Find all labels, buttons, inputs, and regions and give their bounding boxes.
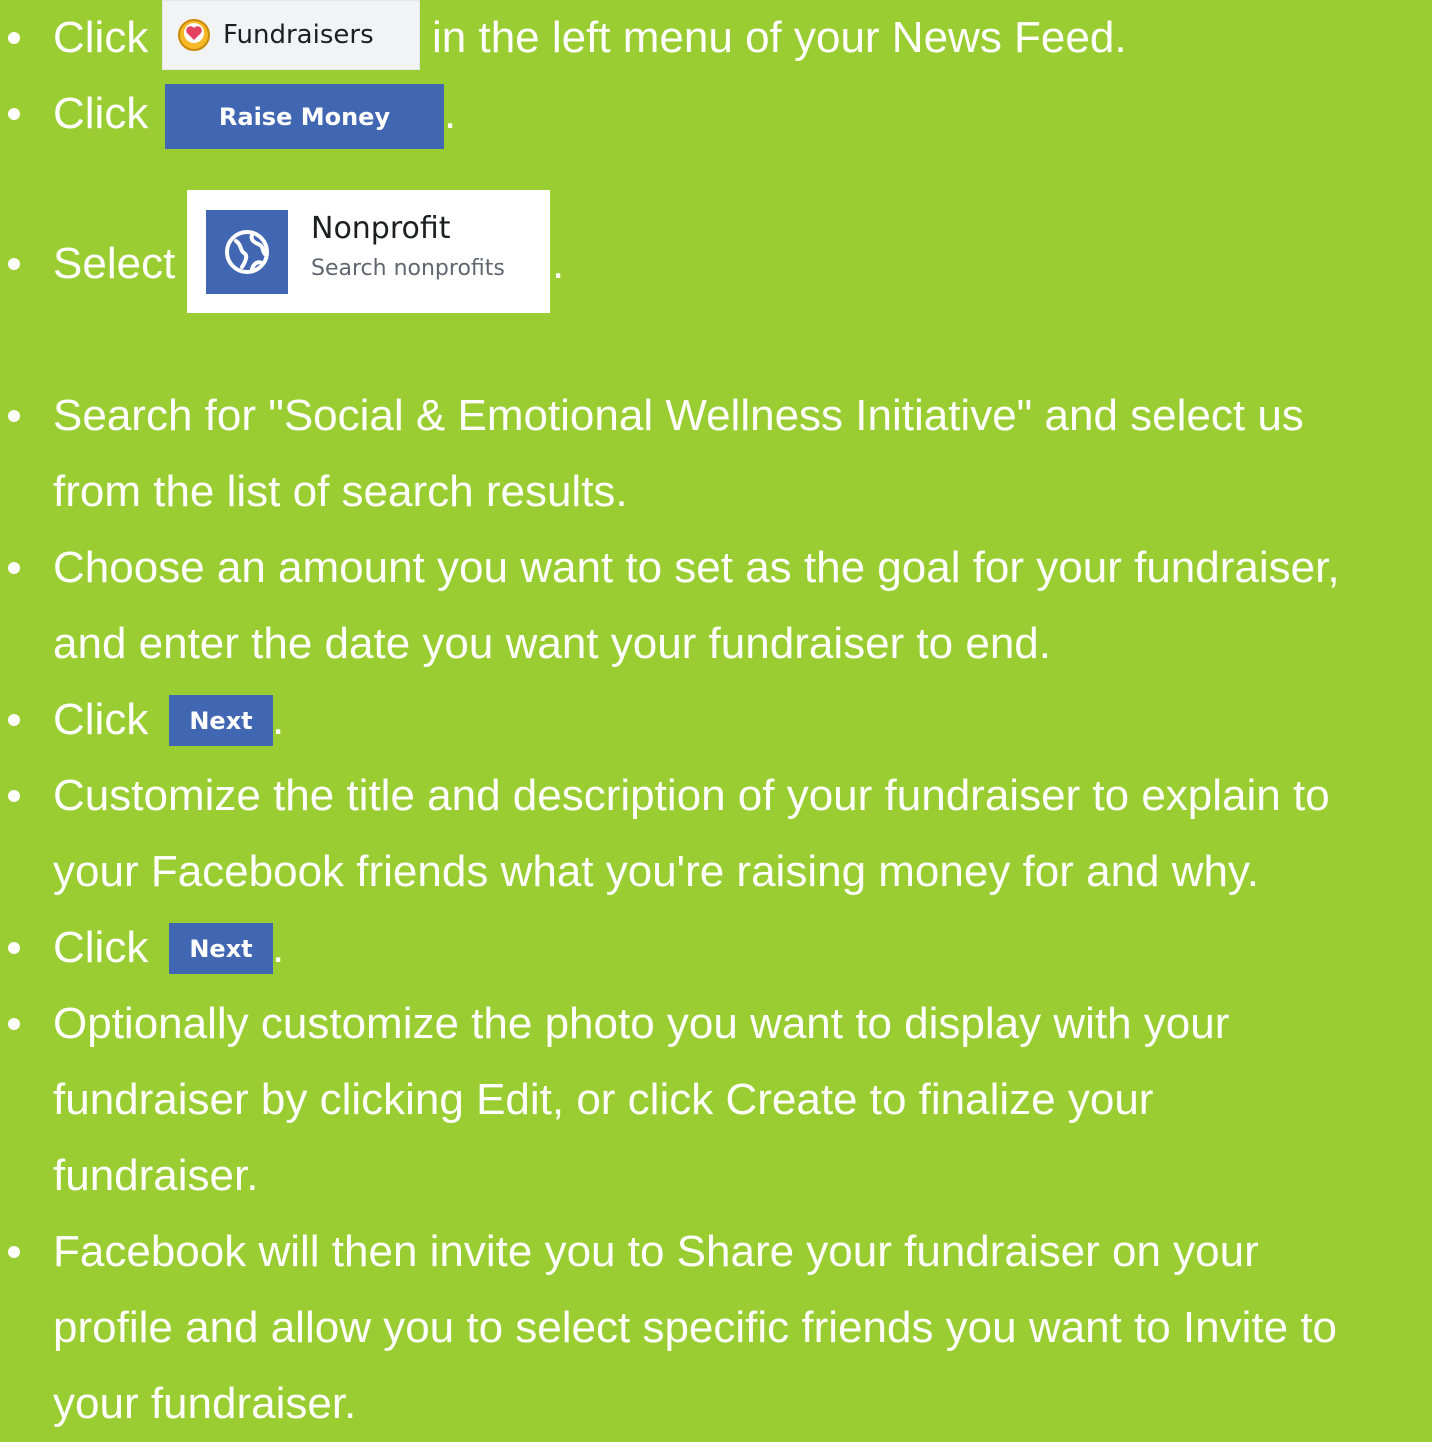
step-text-line-1: Search for "Social & Emotional Wellness … [53, 391, 1304, 440]
step-text-prefix: Click [53, 695, 149, 744]
bullet [8, 1018, 20, 1030]
nonprofit-option-card[interactable]: Nonprofit Search nonprofits [187, 190, 550, 313]
fundraisers-menu-item[interactable]: Fundraisers [162, 0, 420, 70]
step-text-line-1: Customize the title and description of y… [53, 771, 1330, 820]
bullet [8, 32, 20, 44]
step-text-prefix: Click [53, 923, 149, 972]
step-text-suffix: . [272, 923, 285, 972]
step-text-suffix: in the left menu of your News Feed. [432, 13, 1127, 62]
globe-icon [225, 230, 269, 274]
step-text-line-1: Optionally customize the photo you want … [53, 999, 1230, 1048]
fundraisers-label: Fundraisers [223, 20, 374, 50]
step-customize-photo: Optionally customize the photo you want … [0, 986, 1432, 1214]
step-text-line-2: fundraiser by clicking Edit, or click Cr… [53, 1075, 1154, 1124]
bullet [8, 108, 20, 120]
step-text-prefix: Click [53, 89, 149, 138]
bullet [8, 258, 20, 270]
step-text-line-2: from the list of search results. [53, 467, 628, 516]
step-text-line-2: and enter the date you want your fundrai… [53, 619, 1051, 668]
step-share-fundraiser: Facebook will then invite you to Share y… [0, 1214, 1432, 1428]
step-text-line-3: fundraiser. [53, 1151, 259, 1200]
step-choose-amount: Choose an amount you want to set as the … [0, 530, 1432, 682]
step-text-suffix: . [552, 239, 565, 288]
bullet [8, 410, 20, 422]
nonprofit-subtitle: Search nonprofits [311, 256, 505, 281]
step-text-line-3: your fundraiser. [53, 1379, 357, 1428]
bullet [8, 790, 20, 802]
step-search-organization: Search for "Social & Emotional Wellness … [0, 378, 1432, 530]
nonprofit-icon-box [206, 210, 288, 294]
next-button[interactable]: Next [169, 923, 273, 974]
nonprofit-title: Nonprofit [311, 211, 451, 246]
step-text-line-2: profile and allow you to select specific… [53, 1303, 1338, 1352]
step-click-fundraisers: Click Fundraisers in the left menu of yo… [0, 0, 1432, 76]
raise-money-button[interactable]: Raise Money [165, 84, 444, 149]
bullet [8, 562, 20, 574]
step-customize-title: Customize the title and description of y… [0, 758, 1432, 910]
step-text-line-1: Facebook will then invite you to Share y… [53, 1227, 1259, 1276]
bullet [8, 1246, 20, 1258]
next-button[interactable]: Next [169, 695, 273, 746]
step-text-suffix: . [272, 695, 285, 744]
step-text-prefix: Click [53, 13, 149, 62]
step-text-suffix: . [444, 89, 457, 138]
heart-coin-icon [178, 19, 210, 51]
step-text-prefix: Select [53, 239, 176, 288]
bullet [8, 714, 20, 726]
step-text-line-2: your Facebook friends what you're raisin… [53, 847, 1259, 896]
step-text-line-1: Choose an amount you want to set as the … [53, 543, 1340, 592]
bullet [8, 942, 20, 954]
